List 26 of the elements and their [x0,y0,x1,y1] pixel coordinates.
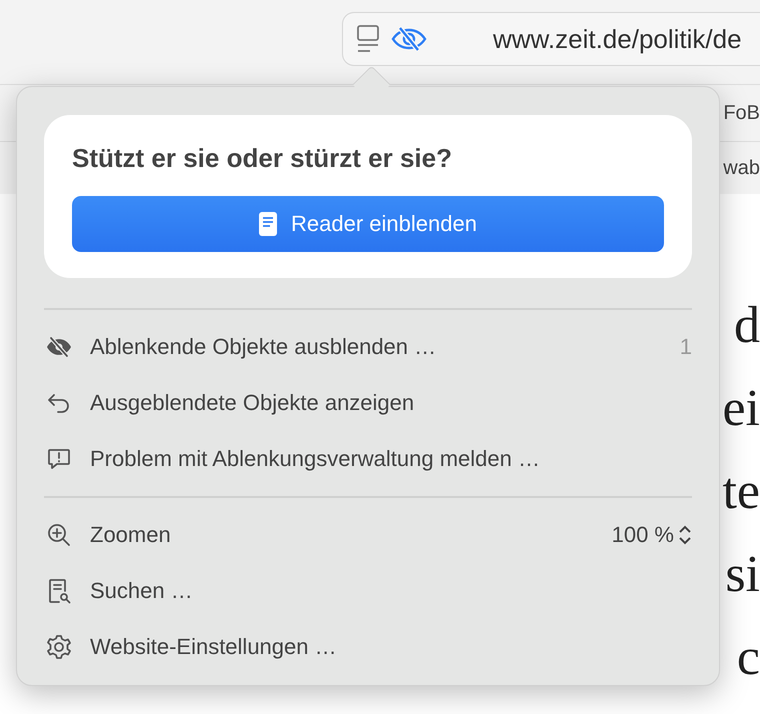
article-text: d [734,296,760,355]
settings-icon [46,634,72,660]
document-search-icon [46,578,72,604]
item-count: 1 [680,334,692,360]
bookmark-text[interactable]: wab [723,156,760,180]
eye-slash-icon [46,334,72,360]
article-text: ei [722,379,760,438]
bookmark-text[interactable]: FoB [723,102,760,124]
menu-item[interactable]: Ausgeblendete Objekte anzeigen [44,375,692,431]
document-icon [259,212,278,236]
stepper-chevrons-icon[interactable] [678,524,692,546]
zoom-value: 100 % [612,522,674,548]
menu-item[interactable]: Problem mit Ablenkungsverwaltung melden … [44,431,692,487]
menu-item[interactable]: Suchen … [44,563,692,619]
eye-slash-icon[interactable] [391,26,427,52]
reader-button[interactable]: Reader einblenden [72,196,664,252]
menu-item[interactable]: Website-Einstellungen … [44,619,692,675]
menu-item[interactable]: Ablenkende Objekte ausblenden … 1 [44,319,692,375]
speech-bubble-icon [46,446,72,472]
reader-icon[interactable] [355,24,381,54]
article-title: Stützt er sie oder stürzt er sie? [72,143,453,174]
zoom-in-icon [46,522,72,548]
article-text: c [736,628,760,687]
menu-item[interactable]: Zoomen 100 % [44,507,692,563]
article-text: te [722,462,760,521]
article-text: si [725,545,760,604]
